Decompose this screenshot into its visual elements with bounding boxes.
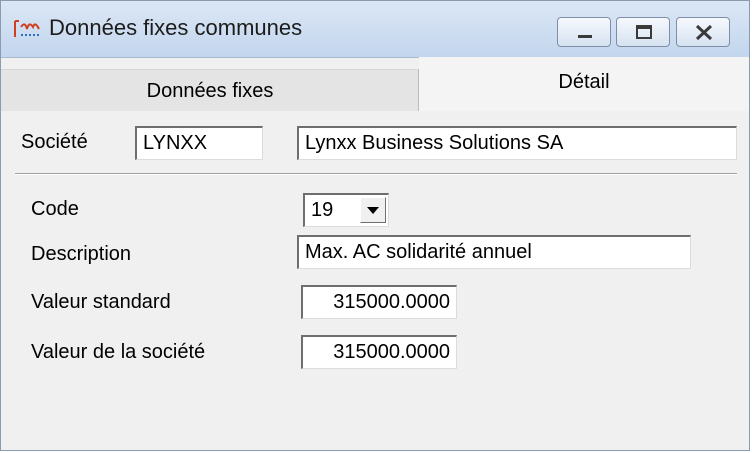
code-label: Code [31, 198, 79, 220]
company-name-field[interactable]: Lynxx Business Solutions SA [297, 126, 737, 160]
company-code-field[interactable]: LYNXX [135, 126, 263, 160]
app-window: Données fixes communes Données fixes Dét… [0, 0, 750, 451]
company-value-label: Valeur de la société [31, 341, 206, 363]
code-select[interactable]: 19 [303, 193, 389, 227]
tab-strip: Données fixes Détail [1, 57, 749, 111]
tab-label: Données fixes [146, 80, 274, 102]
minimize-button[interactable] [557, 17, 611, 47]
code-select-value: 19 [311, 199, 334, 221]
minimize-icon [578, 35, 592, 38]
separator-line [15, 173, 737, 175]
close-button[interactable] [676, 17, 730, 47]
detail-panel: Société LYNXX Lynxx Business Solutions S… [1, 111, 749, 450]
description-field[interactable]: Max. AC solidarité annuel [297, 235, 691, 269]
description-label: Description [31, 243, 132, 265]
company-value-field[interactable]: 315000.0000 [301, 335, 457, 369]
standard-value-field[interactable]: 315000.0000 [301, 285, 457, 319]
app-logo-icon [13, 17, 41, 41]
tab-label: Détail [558, 71, 610, 93]
maximize-button[interactable] [616, 17, 670, 47]
chevron-down-icon [367, 207, 379, 214]
standard-value-label: Valeur standard [31, 291, 171, 313]
maximize-icon [636, 25, 652, 39]
tab-donnees-fixes[interactable]: Données fixes [1, 69, 419, 111]
window-title: Données fixes communes [49, 15, 303, 40]
title-bar[interactable]: Données fixes communes [1, 1, 749, 58]
dropdown-button[interactable] [360, 197, 386, 223]
close-icon [695, 24, 713, 41]
company-label: Société [21, 131, 88, 153]
tab-detail[interactable]: Détail [419, 57, 749, 111]
